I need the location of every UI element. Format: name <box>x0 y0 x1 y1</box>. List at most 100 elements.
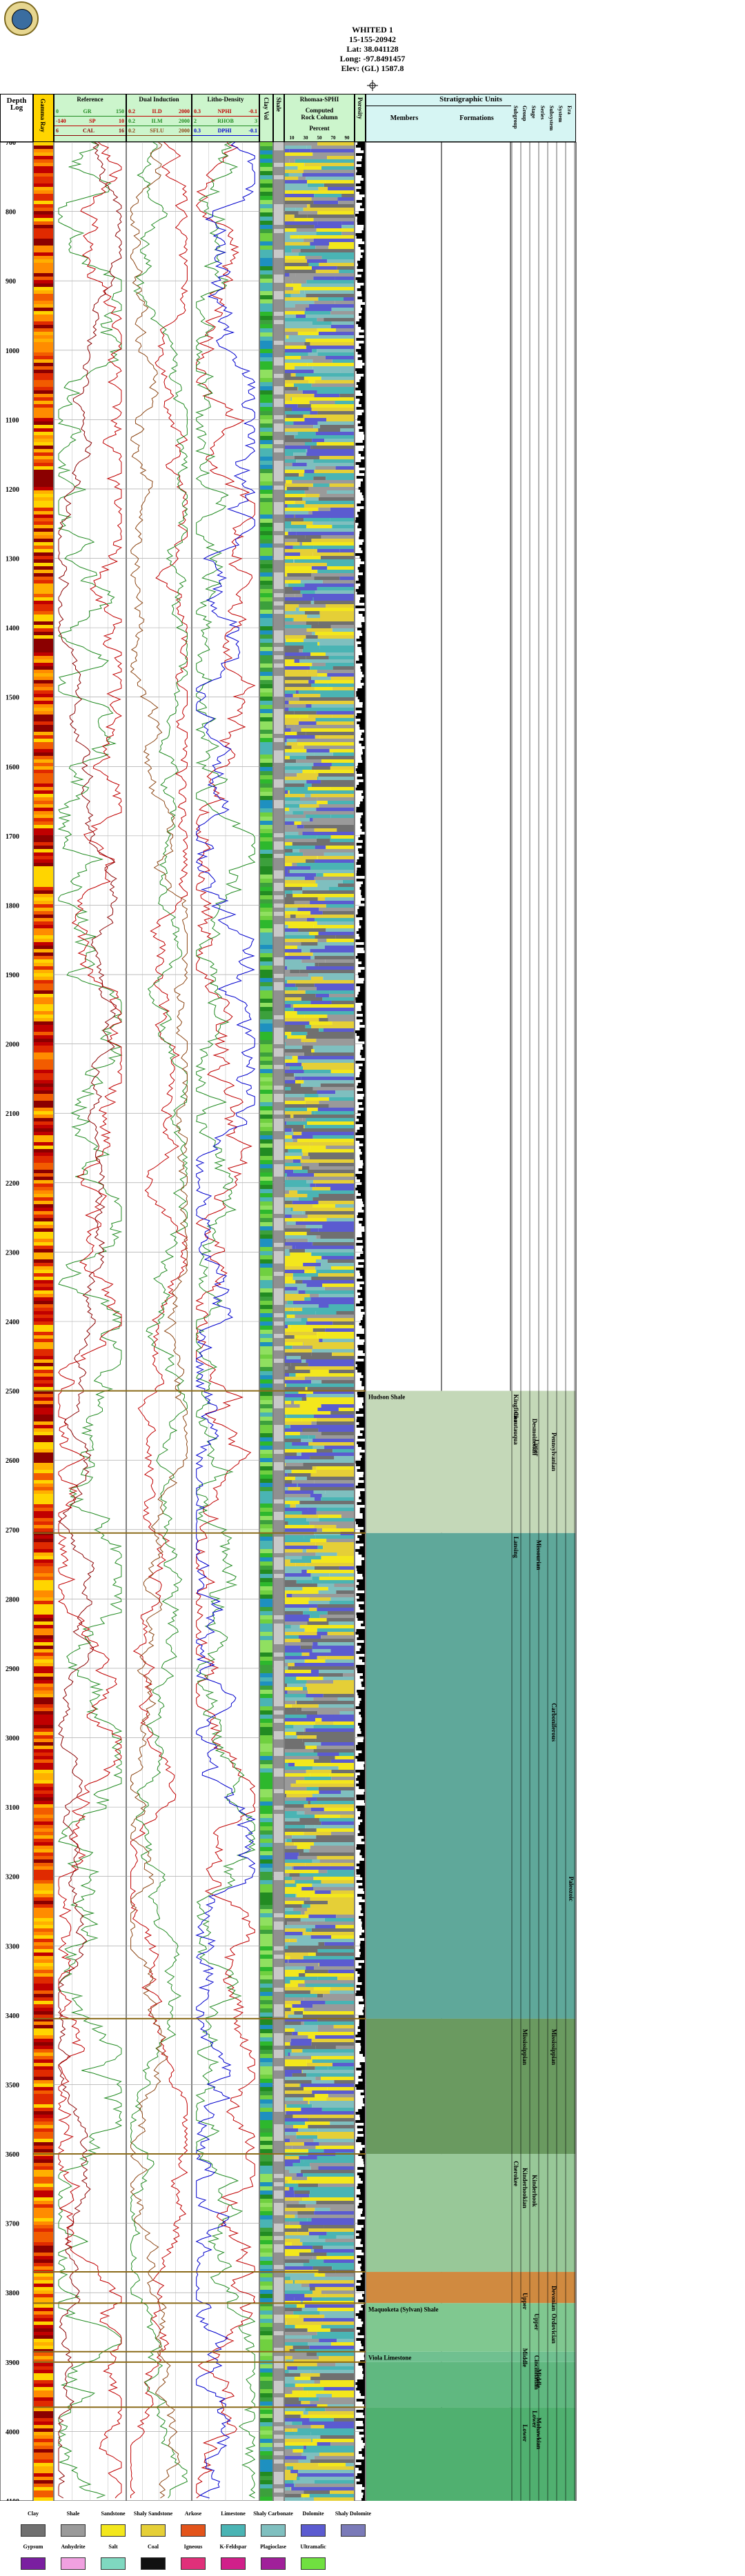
shale-band <box>274 2443 284 2447</box>
porosity-bar <box>358 2076 365 2079</box>
gamma-ray-band <box>34 1715 53 1718</box>
porosity-bar <box>364 1841 365 1844</box>
porosity-bar <box>361 230 365 233</box>
shale-band <box>274 1595 284 1599</box>
clay-band <box>260 233 272 237</box>
gamma-ray-band <box>34 2311 53 2315</box>
gamma-ray-band <box>34 401 53 404</box>
rock-column-band <box>285 387 298 390</box>
rock-column-band <box>326 604 354 608</box>
gamma-ray-band <box>34 2318 53 2322</box>
shale-band <box>274 2170 284 2174</box>
rock-column-band <box>329 1573 354 1577</box>
gamma-ray-band <box>34 1911 53 1915</box>
rock-column-band <box>308 973 354 977</box>
rock-column-band <box>285 2246 313 2249</box>
clay-band <box>260 692 272 697</box>
shale-band <box>274 287 284 291</box>
gamma-ray-band <box>34 218 53 221</box>
shale-band <box>274 523 284 527</box>
porosity-bar <box>364 1226 365 1229</box>
rock-column-band <box>286 1011 297 1015</box>
rock-column-band <box>304 163 354 166</box>
rock-column-band <box>306 146 312 149</box>
porosity-bar <box>363 1251 365 1254</box>
porosity-bar <box>361 1171 365 1174</box>
gamma-ray-band <box>34 2115 53 2118</box>
clay-band <box>260 1479 272 1483</box>
rock-column-band <box>315 246 329 249</box>
rock-column-band <box>285 2325 295 2328</box>
shale-band <box>274 2108 284 2112</box>
rock-column-band <box>285 1363 291 1366</box>
rock-column-band <box>285 680 309 683</box>
porosity-bar <box>359 2197 365 2200</box>
clay-band <box>260 2095 272 2099</box>
clay-band <box>260 477 272 481</box>
rock-column-band <box>292 2449 304 2453</box>
clay-band <box>260 2493 272 2497</box>
rock-column-band <box>314 1173 354 1177</box>
gamma-ray-band <box>34 1539 53 1542</box>
rock-column-band <box>299 1973 306 1977</box>
rock-column-band <box>324 1808 354 1811</box>
rock-column-band <box>308 2101 310 2104</box>
shale-band <box>274 2402 284 2406</box>
rock-column-band <box>341 194 354 197</box>
rock-column-band <box>295 1221 354 1225</box>
rock-column-band <box>285 856 317 859</box>
depth-label: 1700 <box>6 833 19 841</box>
gamma-ray-band <box>34 694 53 697</box>
gamma-ray-band <box>34 146 53 149</box>
log-tracks: 7008009001000110012001300140015001600170… <box>0 142 577 2501</box>
gamma-ray-band <box>34 1866 53 1870</box>
porosity-bar <box>364 539 365 542</box>
rock-column-band <box>303 2449 354 2453</box>
clay-band <box>260 1851 272 1855</box>
clay-band <box>260 2149 272 2153</box>
rock-column-band <box>322 1284 354 1287</box>
porosity-bar <box>361 2178 365 2181</box>
porosity-bar <box>361 2305 365 2308</box>
shale-band <box>274 552 284 556</box>
rock-column-band <box>285 332 298 335</box>
rock-column-band <box>326 1146 354 1149</box>
rock-column-band <box>326 490 354 494</box>
rock-column-band <box>305 1984 354 1987</box>
porosity-bar <box>364 1229 365 1232</box>
rock-column-band <box>316 2256 354 2259</box>
porosity-bar <box>362 1516 365 1519</box>
clay-band <box>260 1152 272 1156</box>
rock-column-band <box>285 1415 287 1418</box>
rank-label: Paleozoic <box>568 1877 575 1901</box>
shale-band <box>274 2232 284 2236</box>
shale-band <box>274 2236 284 2240</box>
rock-column-band <box>288 583 305 587</box>
rock-column-band <box>285 2135 297 2139</box>
porosity-bar <box>361 2250 365 2253</box>
rock-column-band <box>306 815 331 818</box>
porosity-bar <box>356 1585 365 1588</box>
rock-column-band <box>285 183 308 187</box>
porosity-bar <box>357 352 365 355</box>
porosity-bar <box>361 2277 365 2280</box>
rock-column-band <box>311 1928 354 1932</box>
porosity-bar <box>358 851 365 854</box>
clay-band <box>260 1437 272 1441</box>
porosity-bar <box>361 926 365 928</box>
porosity-bar <box>359 545 365 548</box>
shale-band <box>274 415 284 419</box>
clay-band <box>260 324 272 328</box>
curve-scale-row: 2 RHOB 3 <box>194 118 257 124</box>
porosity-bar <box>361 1447 365 1450</box>
porosity-bar <box>361 355 365 357</box>
rock-column-band <box>285 2342 308 2346</box>
porosity-header: Porosity <box>355 94 366 142</box>
rock-column-band <box>293 383 312 387</box>
rock-column-band <box>285 1073 295 1077</box>
rock-column-band <box>286 2204 306 2208</box>
porosity-bar <box>357 2222 365 2225</box>
porosity-bar <box>357 2026 365 2029</box>
shale-band <box>274 2315 284 2319</box>
clay-band <box>260 1243 272 1247</box>
